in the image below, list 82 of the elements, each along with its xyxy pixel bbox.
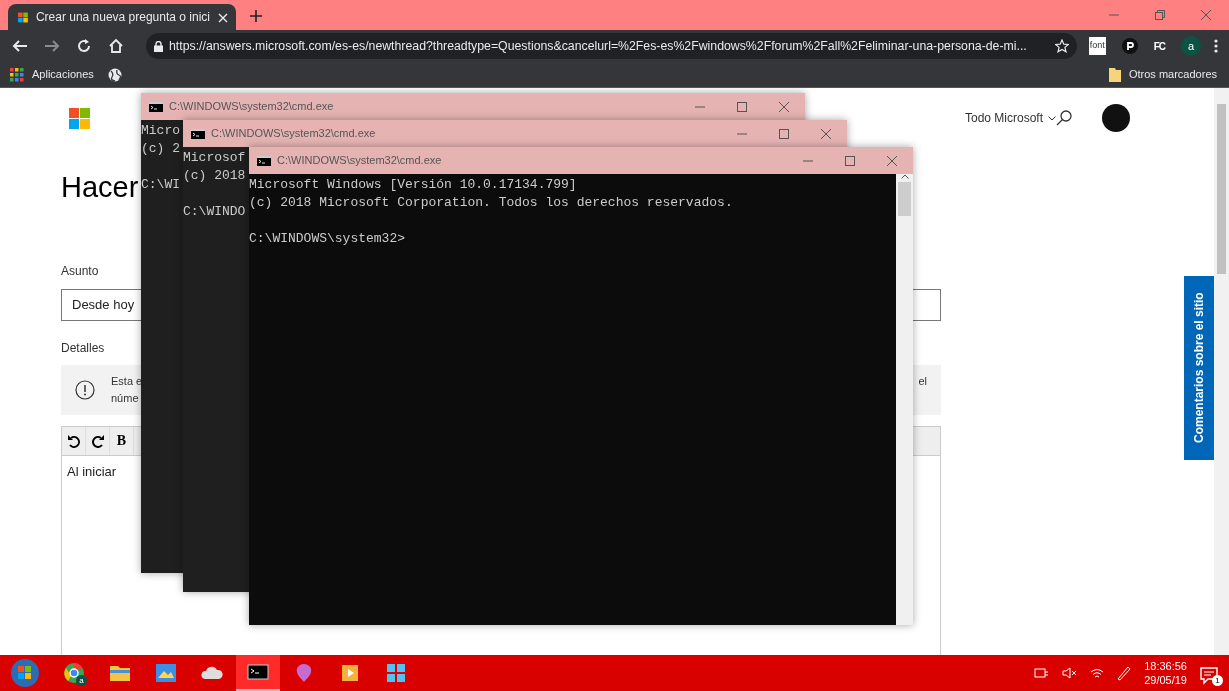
notice-text: el [918,374,927,389]
notice-text: núme [111,390,140,406]
console-line: (c) 2018 Microsoft Corporation. Todos los derechos reservados. [249,194,733,212]
bold-button[interactable]: B [110,426,134,455]
console-icon [247,661,269,683]
reload-icon [76,38,92,54]
grid-icon [10,67,24,82]
chevron-down-icon [1048,115,1056,121]
console-line: Microsoft Windows [Versión 10.0.17134.799] [249,176,577,194]
extension-button[interactable]: FC [1153,38,1165,54]
console-line: C:\WINDOWS\system32> [249,230,406,248]
start-orb-icon [10,658,40,688]
notification-count: 1 [1212,675,1223,686]
power-plug-icon[interactable] [1034,667,1051,679]
home-icon [108,38,124,54]
left-arrow-icon [12,38,28,54]
restore-icon [1155,10,1165,20]
console-line: Microsof [183,149,246,167]
extension-button[interactable]: font [1088,37,1106,55]
scroll-thumb[interactable] [1217,104,1226,274]
taskbar-button[interactable] [236,655,280,691]
maximize-icon [779,128,789,139]
console-scrollbar[interactable] [896,174,913,625]
all-microsoft-menu[interactable]: Todo Microsoft [964,109,1056,127]
page-scrollbar[interactable] [1214,88,1229,655]
search-icon[interactable] [1056,110,1072,126]
notification-icon[interactable] [1199,664,1219,685]
right-arrow-icon [44,38,60,54]
up-chevron-icon [900,174,909,179]
microsoft-logo-icon [69,107,90,129]
media-player-icon [339,662,361,684]
lock-icon [154,40,163,52]
profile-avatar[interactable]: a [1181,36,1201,56]
field-label: Asunto [61,262,100,280]
console-line: Micro [141,122,180,140]
scroll-thumb[interactable] [898,182,911,216]
avatar-circle[interactable] [1102,104,1130,132]
browser-tab[interactable]: Crear una nueva pregunta o inici [8,4,236,30]
windows-logo-icon [385,662,407,684]
apps-bookmark[interactable]: Aplicaciones [10,66,94,83]
pen-icon[interactable] [1116,665,1133,681]
console-line: C:\WI [141,176,180,194]
tab-title: Crear una nueva pregunta o inici [35,9,210,26]
maximize-icon [845,155,855,166]
star-icon[interactable] [1054,39,1069,53]
console-line: (c) 2 [141,140,180,158]
picture-icon [155,662,177,684]
field-label: Detalles [61,339,106,357]
console-line: (c) 2018 [183,167,246,185]
folder-icon [1108,67,1121,82]
taskbar-button[interactable]: a [52,655,96,691]
plus-icon [250,9,262,22]
window-title: C:\WINDOWS\system32\cmd.exe [277,153,442,169]
console-icon [191,128,205,139]
close-icon [887,155,897,166]
close-icon [821,128,831,139]
console-icon [257,155,271,166]
globe-icon[interactable] [107,67,122,82]
feedback-tab[interactable]: Comentarios sobre el sitio [1184,276,1214,460]
time-text: 18:36:56 [1144,659,1187,673]
redo-icon [90,433,105,448]
address-bar[interactable]: https://answers.microsoft.com/es-es/newthread?threadtype=Questions&cancelurl=%2Fes-es%2Fwindows%2Fforum%2Fall%2Feliminar-una-persona-de-mi... [146,33,1077,59]
url-text: https://answers.microsoft.com/es-es/newthread?threadtype=Questions&cancelurl=%2Fes-es%2Fwindows%2Fforum%2Fall%2Feliminar-una-persona-de-mi... [169,37,1027,55]
page-heading: Hacer [61,170,139,205]
wifi-icon[interactable] [1090,667,1105,679]
muted-speaker-icon[interactable] [1062,667,1079,679]
exclamation-icon [75,379,95,400]
round-app-icon [63,662,85,684]
close-icon [1201,10,1211,20]
profile-badge: a [76,675,87,686]
window-title: C:\WINDOWS\system32\cmd.exe [169,99,334,115]
date-text: 29/05/19 [1144,673,1187,687]
undo-icon [66,433,81,448]
close-icon [779,101,789,112]
other-bookmarks[interactable]: Otros marcadores [1108,66,1217,83]
maximize-icon [737,101,747,112]
taskbar-clock[interactable]: 18:36:56 29/05/19 [1144,659,1187,687]
window-title: C:\WINDOWS\system32\cmd.exe [211,126,376,142]
pin-icon[interactable] [1121,38,1138,54]
console-line: C:\WINDO [183,203,246,221]
close-icon [218,12,228,23]
console-icon [149,101,163,112]
